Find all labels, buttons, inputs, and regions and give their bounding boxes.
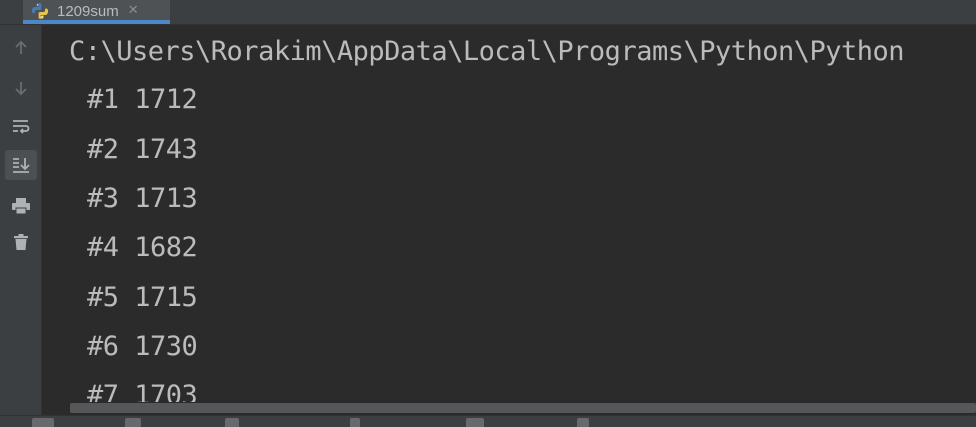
scroll-to-end-button[interactable] xyxy=(5,150,37,180)
scroll-to-end-icon xyxy=(13,158,30,173)
up-arrow-button[interactable] xyxy=(5,33,37,63)
tab-label: 1209sum xyxy=(57,2,119,20)
output-line: #6 1730 xyxy=(87,331,198,362)
down-arrow-button[interactable] xyxy=(5,73,37,103)
bottom-tool-icon[interactable] xyxy=(225,418,239,427)
close-icon[interactable]: ✕ xyxy=(128,3,139,18)
console-toolbar xyxy=(0,25,42,415)
bottom-tool-icon[interactable] xyxy=(466,418,484,427)
trash-icon xyxy=(14,234,28,250)
active-tab-indicator xyxy=(23,20,170,24)
run-tab-bar: 1209sum ✕ xyxy=(0,0,976,25)
python-file-icon xyxy=(31,2,49,20)
soft-wrap-button[interactable] xyxy=(5,112,37,142)
down-arrow-icon xyxy=(15,82,27,96)
run-tool-window: 1209sum ✕ C:\Users\Rorakim\AppData\Local… xyxy=(0,0,976,427)
bottom-tool-icon[interactable] xyxy=(350,418,360,427)
bottom-tool-strip xyxy=(0,415,976,427)
clear-all-button[interactable] xyxy=(5,227,37,257)
bottom-tool-icon[interactable] xyxy=(577,418,589,427)
output-line: #5 1715 xyxy=(87,282,198,313)
output-line: #2 1743 xyxy=(87,134,198,165)
bottom-tool-icon[interactable] xyxy=(125,418,141,427)
horizontal-scrollbar-thumb[interactable] xyxy=(70,403,976,413)
command-line: C:\Users\Rorakim\AppData\Local\Programs\… xyxy=(69,36,905,67)
up-arrow-icon xyxy=(15,40,27,54)
bottom-tool-icon[interactable] xyxy=(32,418,54,427)
print-icon xyxy=(12,198,30,215)
print-button[interactable] xyxy=(5,191,37,221)
console-output[interactable]: C:\Users\Rorakim\AppData\Local\Programs\… xyxy=(42,25,976,415)
output-line: #4 1682 xyxy=(87,232,198,263)
output-line: #3 1713 xyxy=(87,183,198,214)
soft-wrap-icon xyxy=(13,120,30,134)
output-line: #1 1712 xyxy=(87,84,198,115)
